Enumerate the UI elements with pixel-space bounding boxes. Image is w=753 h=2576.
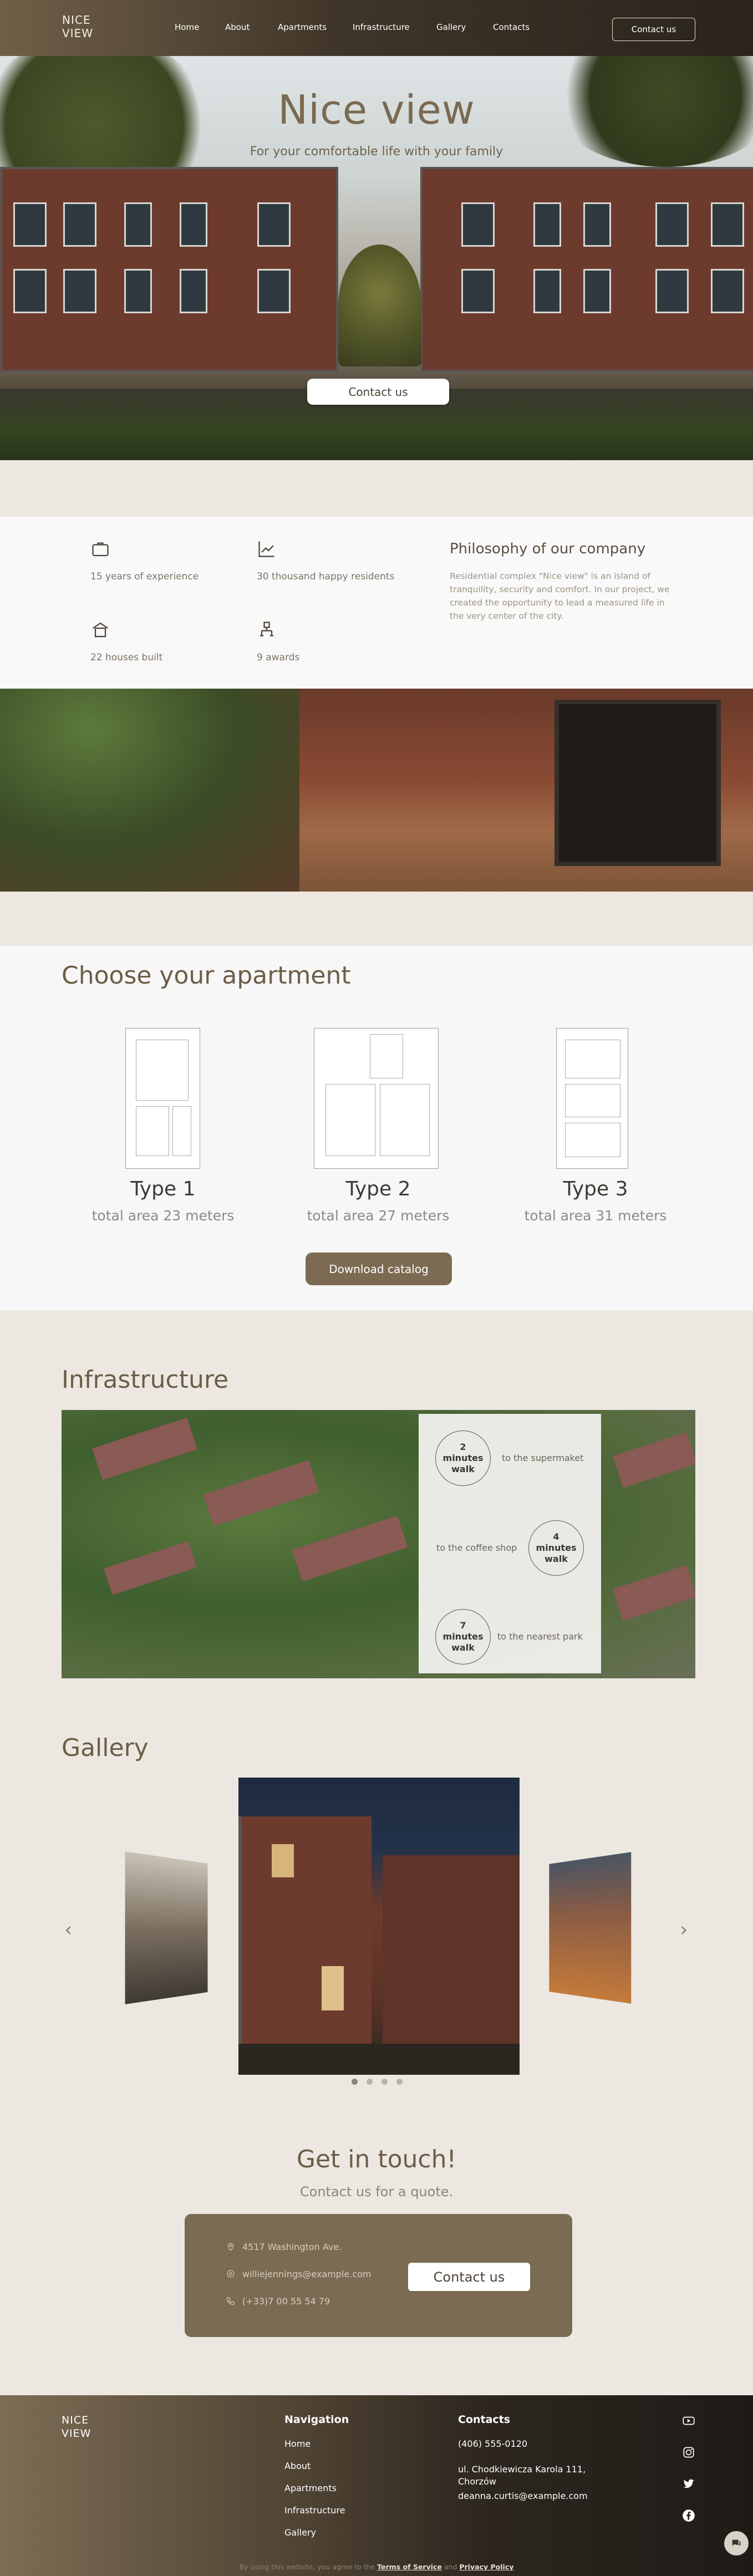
briefcase-icon <box>92 542 109 557</box>
contact-title: Get in touch! <box>296 2145 457 2173</box>
contact-subtitle: Contact us for a quote. <box>299 2184 454 2200</box>
phone-icon <box>226 2297 235 2305</box>
footer-logo-line-2: VIEW <box>62 2427 91 2440</box>
footer-nav-home[interactable]: Home <box>284 2438 311 2449</box>
location-icon <box>227 2243 234 2251</box>
building-right <box>420 167 753 372</box>
hero-section: Nice view For your comfortable life with… <box>0 56 753 460</box>
chat-icon <box>732 2539 741 2546</box>
nav-apartments[interactable]: Apartments <box>278 22 327 32</box>
place-supermarket: to the supermaket <box>502 1453 584 1463</box>
youtube-icon[interactable] <box>681 2414 696 2428</box>
footer-email[interactable]: deanna.curtis@example.com <box>458 2491 588 2501</box>
footer-logo[interactable]: NICE VIEW <box>62 2414 91 2440</box>
site-footer: NICE VIEW Navigation Home About Apartmen… <box>0 2395 753 2576</box>
gallery-next-arrow[interactable]: › <box>680 1918 688 1941</box>
legal-prefix: By using this website, you agree to the <box>239 2563 375 2571</box>
terms-link[interactable]: Terms of Service <box>377 2563 442 2571</box>
footer-nav-apartments[interactable]: Apartments <box>284 2483 337 2493</box>
apartments-section: Choose your apartment Type 1 total area … <box>0 946 753 1310</box>
nav-infrastructure[interactable]: Infrastructure <box>353 22 410 32</box>
about-section: 15 years of experience 30 thousand happy… <box>0 517 753 892</box>
footer-nav-gallery[interactable]: Gallery <box>284 2527 316 2538</box>
hero-title: Nice view <box>278 86 475 133</box>
gallery-slide-prev[interactable] <box>125 1851 208 2004</box>
gallery-prev-arrow[interactable]: ‹ <box>64 1918 72 1941</box>
footer-logo-line-1: NICE <box>62 2414 89 2426</box>
twitter-icon[interactable] <box>681 2477 696 2491</box>
gallery-dot-1[interactable] <box>352 2079 358 2085</box>
download-catalog-button[interactable]: Download catalog <box>306 1253 452 1285</box>
hero-subtitle: For your comfortable life with your fami… <box>250 145 503 159</box>
privacy-link[interactable]: Privacy Policy <box>459 2563 513 2571</box>
place-coffee-shop: to the coffee shop <box>436 1542 517 1553</box>
hero-contact-button[interactable]: Contact us <box>307 379 449 405</box>
contact-address: 4517 Washington Ave. <box>242 2242 342 2252</box>
contact-card-button[interactable]: Contact us <box>408 2263 530 2291</box>
contact-card: 4517 Washington Ave. williejennings@exam… <box>185 2214 572 2337</box>
gallery-title: Gallery <box>62 1734 149 1762</box>
terrace-window <box>554 700 721 866</box>
infrastructure-card: 2 minutes walk to the supermaket to the … <box>419 1414 601 1673</box>
stat-houses: 22 houses built <box>90 652 163 663</box>
terrace-photo-left <box>0 689 299 892</box>
facebook-icon[interactable] <box>681 2508 696 2523</box>
logo-line-2: VIEW <box>62 27 93 40</box>
floor-plan-type-3[interactable] <box>556 1028 628 1169</box>
site-header: NICE VIEW Home About Apartments Infrastr… <box>0 0 753 56</box>
footer-contacts-title: Contacts <box>458 2414 511 2426</box>
instagram-icon[interactable] <box>681 2445 696 2460</box>
center-tree <box>338 245 421 366</box>
legal-notice: By using this website, you agree to the … <box>0 2563 753 2571</box>
nav-gallery[interactable]: Gallery <box>436 22 466 32</box>
contact-phone[interactable]: (+33)7 00 55 54 79 <box>242 2296 330 2307</box>
chart-icon <box>258 541 274 557</box>
footer-nav-infrastructure[interactable]: Infrastructure <box>284 2505 345 2516</box>
apartment-area-1: total area 23 meters <box>91 1208 235 1224</box>
place-park: to the nearest park <box>497 1631 583 1642</box>
footer-phone[interactable]: (406) 555-0120 <box>458 2438 527 2449</box>
apartments-title: Choose your apartment <box>62 961 351 990</box>
award-icon <box>260 622 273 637</box>
apartment-type-3: Type 3 <box>563 1178 628 1200</box>
nav-contacts[interactable]: Contacts <box>493 22 530 32</box>
footer-nav-title: Navigation <box>284 2414 349 2426</box>
logo[interactable]: NICE VIEW <box>62 13 112 40</box>
apartment-area-2: total area 27 meters <box>307 1208 450 1224</box>
gallery-dot-4[interactable] <box>396 2079 403 2085</box>
chat-widget-button[interactable] <box>724 2531 749 2555</box>
house-icon <box>92 622 109 638</box>
floor-plan-type-1[interactable] <box>125 1028 200 1169</box>
footer-address-line-2: Chorzów <box>458 2476 496 2487</box>
nav-about[interactable]: About <box>225 22 250 32</box>
apartment-type-1: Type 1 <box>130 1178 196 1200</box>
apartment-type-2: Type 2 <box>345 1178 411 1200</box>
footer-nav-about[interactable]: About <box>284 2461 311 2471</box>
stat-awards: 9 awards <box>257 652 300 663</box>
gallery-dot-2[interactable] <box>367 2079 373 2085</box>
philosophy-text: Residential complex "Nice view" is an is… <box>450 571 670 621</box>
gallery-slide-active[interactable] <box>238 1778 520 2075</box>
gallery-slide-next[interactable] <box>549 1852 632 2004</box>
floor-plan-type-2[interactable] <box>314 1028 439 1169</box>
header-contact-button[interactable]: Contact us <box>612 18 695 41</box>
stat-residents: 30 thousand happy residents <box>257 571 395 582</box>
legal-and: and <box>444 2563 457 2571</box>
nav-home[interactable]: Home <box>175 22 199 32</box>
footer-address-line-1: ul. Chodkiewicza Karola 111, <box>458 2464 586 2475</box>
distance-park: 7 minutes walk <box>435 1609 491 1664</box>
stat-experience: 15 years of experience <box>90 571 199 582</box>
logo-line-1: NICE <box>62 13 91 27</box>
infrastructure-title: Infrastructure <box>62 1366 229 1394</box>
philosophy-title: Philosophy of our company <box>450 541 646 557</box>
contact-email[interactable]: williejennings@example.com <box>242 2269 371 2279</box>
email-icon <box>227 2270 235 2278</box>
apartment-area-3: total area 31 meters <box>524 1208 667 1224</box>
distance-supermarket: 2 minutes walk <box>435 1430 491 1486</box>
building-left <box>0 167 338 372</box>
distance-coffee-shop: 4 minutes walk <box>528 1520 584 1576</box>
gallery-dot-3[interactable] <box>381 2079 388 2085</box>
